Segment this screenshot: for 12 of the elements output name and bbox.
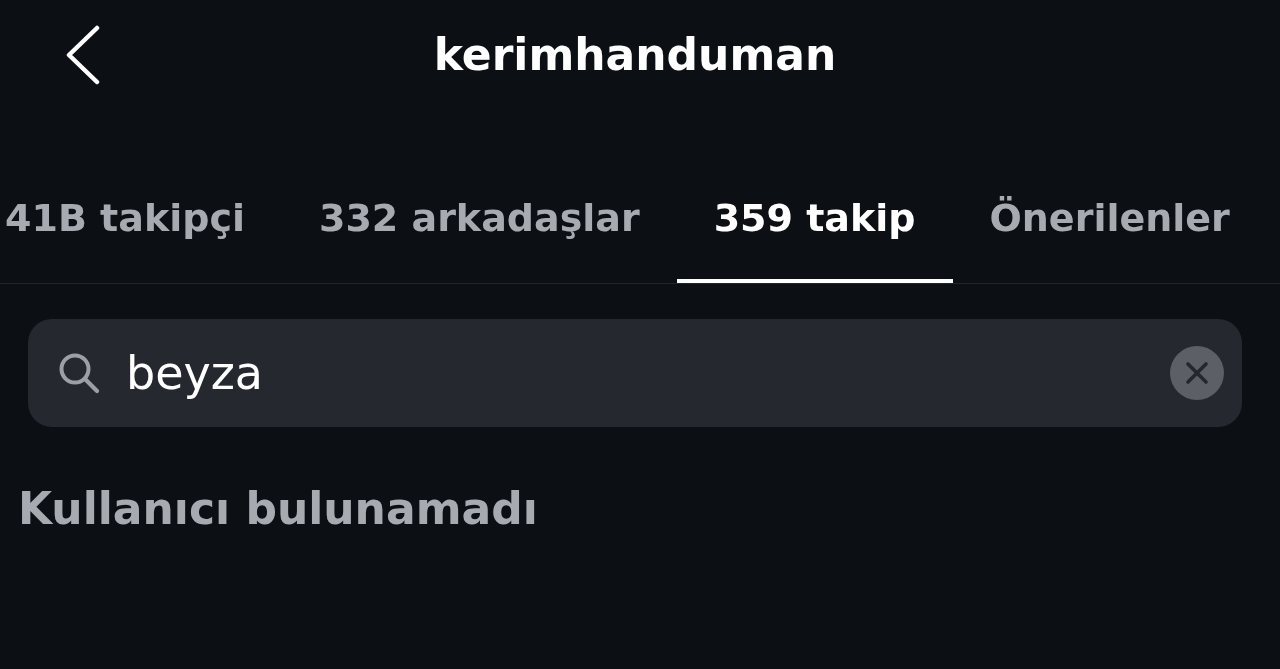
tab[interactable]: 359 takip — [676, 195, 953, 283]
search-input[interactable]: beyza — [126, 343, 1150, 403]
search-icon — [58, 352, 100, 394]
search-field[interactable]: beyza — [28, 319, 1242, 427]
no-users-message: Kullanıcı bulunamadı — [18, 483, 538, 535]
tab[interactable]: Önerilenler — [952, 195, 1250, 283]
back-chevron-icon — [66, 25, 100, 85]
profile-username: kerimhanduman — [433, 29, 837, 81]
back-button[interactable] — [66, 25, 100, 85]
tab[interactable]: 41B takipçi — [0, 195, 282, 283]
clear-icon — [1170, 346, 1224, 400]
tab[interactable]: 332 arkadaşlar — [281, 195, 677, 283]
